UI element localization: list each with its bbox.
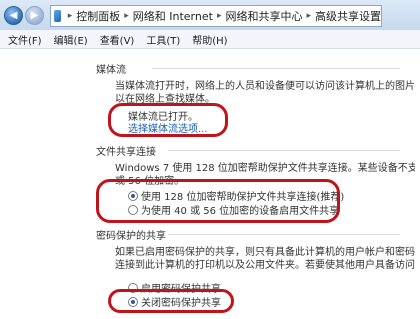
- menu-tools[interactable]: 工具(T): [146, 32, 180, 47]
- address-bar: ◀ ▶ ▸ 控制面板 ▸ 网络和 Internet ▸ 网络和共享中心 ▸ 高级…: [0, 0, 420, 31]
- forward-button[interactable]: ▶: [25, 6, 44, 25]
- breadcrumb[interactable]: ▸ 控制面板 ▸ 网络和 Internet ▸ 网络和共享中心 ▸ 高级共享设置: [50, 5, 382, 27]
- control-panel-icon: [54, 10, 61, 22]
- password-description: 如果已启用密码保护的共享，则只有具备此计算机的用户帐户和密码的用: [115, 247, 415, 258]
- highlight-ring-media: [108, 103, 228, 137]
- breadcrumb-control-panel[interactable]: 控制面板: [76, 8, 120, 24]
- menu-bar: 文件(F) 编辑(E) 查看(V) 工具(T) 帮助(H): [0, 30, 420, 49]
- media-description: 当媒体流打开时，网络上的人员和设备便可以访问该计算机上的图片、音乐: [115, 81, 415, 92]
- media-section-heading: 媒体流: [0, 61, 400, 76]
- settings-content: 媒体流 当媒体流打开时，网络上的人员和设备便可以访问该计算机上的图片、音乐 以在…: [0, 49, 420, 319]
- menu-help[interactable]: 帮助(H): [192, 32, 227, 47]
- breadcrumb-separator: ▸: [216, 11, 222, 21]
- breadcrumb-network-internet[interactable]: 网络和 Internet: [133, 8, 213, 24]
- breadcrumb-separator: ▸: [306, 11, 311, 21]
- password-sharing-heading: 密码保护的共享: [0, 227, 400, 242]
- file-sharing-heading: 文件共享连接: [0, 143, 400, 158]
- breadcrumb-advanced-sharing[interactable]: 高级共享设置: [315, 8, 381, 24]
- file-sharing-description: Windows 7 使用 128 位加密帮助保护文件共享连接。某些设备不支持 1…: [115, 163, 415, 174]
- password-description-cont: 连接到此计算机的打印机以及公用文件夹。若要使其他用户具备访问权限: [115, 260, 415, 271]
- breadcrumb-network-sharing-center[interactable]: 网络和共享中心: [225, 8, 302, 24]
- highlight-ring-password: [108, 289, 234, 313]
- menu-edit[interactable]: 编辑(E): [54, 32, 88, 47]
- back-button[interactable]: ◀: [4, 6, 23, 25]
- highlight-ring-encryption: [96, 179, 340, 223]
- breadcrumb-separator: ▸: [67, 11, 73, 21]
- menu-view[interactable]: 查看(V): [100, 32, 135, 47]
- breadcrumb-separator: ▸: [124, 11, 129, 21]
- menu-file[interactable]: 文件(F): [8, 32, 42, 47]
